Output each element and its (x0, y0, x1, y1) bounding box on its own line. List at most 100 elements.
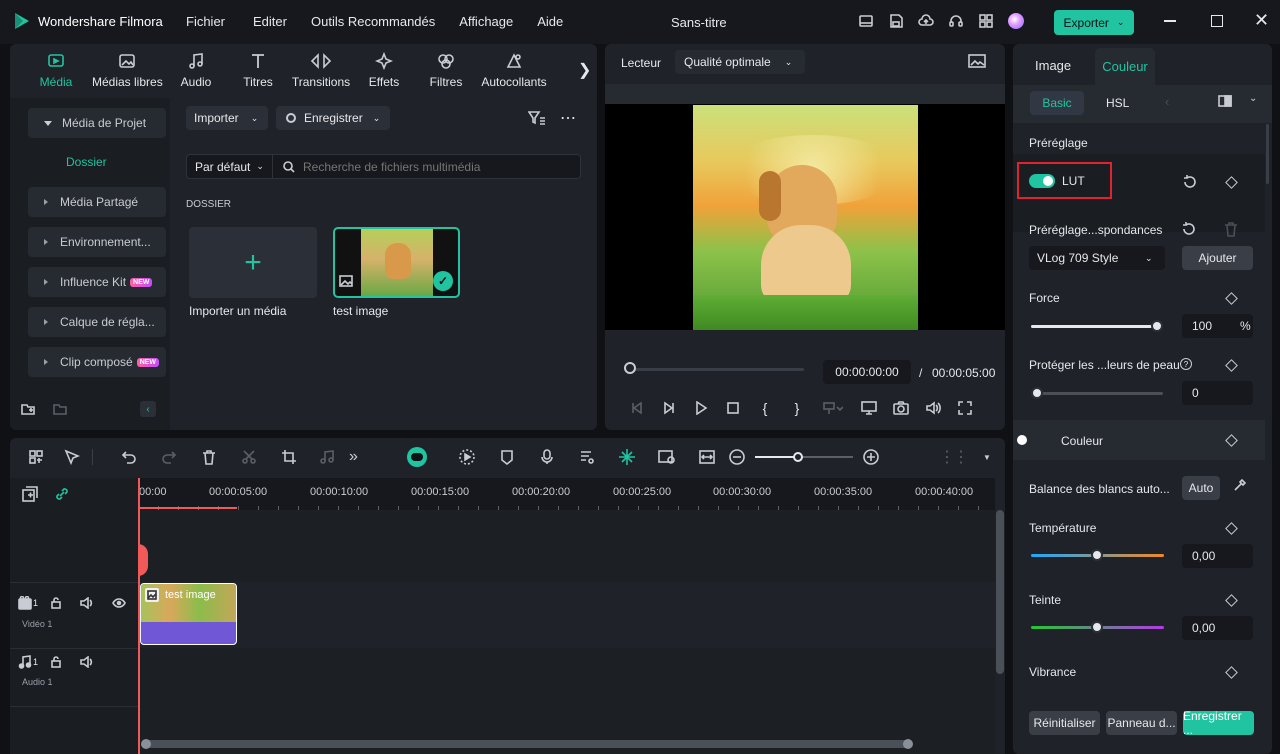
subtab-hsl[interactable]: HSL (1106, 96, 1129, 110)
new-folder-icon[interactable] (20, 401, 36, 417)
timeline-ruler[interactable]: 00:00 00:00:05:00 00:00:10:00 00:00:15:0… (138, 478, 995, 510)
panel-button[interactable]: Panneau d... (1106, 711, 1177, 735)
eyedropper-icon[interactable] (1233, 478, 1247, 492)
playhead-line[interactable] (138, 478, 140, 754)
mark-out-icon[interactable]: } (781, 400, 813, 416)
add-button[interactable]: Ajouter (1182, 246, 1253, 270)
reset-icon[interactable] (1182, 174, 1198, 190)
audio-stretch-icon[interactable] (309, 449, 349, 465)
reset-icon[interactable] (1181, 221, 1197, 237)
sidebar-item-compound[interactable]: Clip composé NEW (28, 347, 166, 377)
search-input[interactable] (303, 159, 573, 174)
keyframe-diamond-icon[interactable] (1225, 522, 1238, 535)
reset-button[interactable]: Réinitialiser (1029, 711, 1100, 735)
layout-grid-icon[interactable] (20, 449, 52, 465)
fit-timeline-icon[interactable] (687, 450, 727, 464)
microphone-icon[interactable] (527, 449, 567, 465)
redo-icon[interactable] (149, 449, 189, 465)
scrubber-handle[interactable] (624, 362, 636, 374)
tint-slider[interactable] (1031, 621, 1164, 633)
horizontal-scrollbar[interactable] (141, 739, 913, 749)
snap-icon[interactable] (607, 448, 647, 466)
menu-aide[interactable]: Aide (537, 14, 563, 29)
sidebar-item-shared[interactable]: Média Partagé (28, 187, 166, 217)
folder-import-icon[interactable] (52, 401, 68, 417)
speaker-icon[interactable] (80, 656, 94, 668)
protect-slider-knob[interactable] (1031, 387, 1043, 399)
tab-media[interactable]: Média (38, 52, 74, 89)
zoom-slider-knob[interactable] (793, 452, 803, 462)
insert-icon[interactable] (813, 401, 853, 415)
lock-icon[interactable] (50, 597, 62, 609)
force-slider[interactable] (1031, 320, 1163, 332)
headset-icon[interactable] (948, 13, 964, 29)
sidebar-item-influence[interactable]: Influence Kit NEW (28, 267, 166, 297)
crop-icon[interactable] (269, 449, 309, 465)
filter-icon[interactable] (528, 110, 546, 126)
vertical-scrollbar[interactable] (996, 510, 1004, 674)
scrollbar-end-handle[interactable] (903, 739, 913, 749)
tab-color[interactable]: Couleur (1095, 48, 1155, 85)
keyframe-diamond-icon[interactable] (1225, 594, 1238, 607)
menu-affichage[interactable]: Affichage (459, 14, 513, 29)
preset-dropdown[interactable]: VLog 709 Style ⌄ (1029, 246, 1165, 270)
lock-icon[interactable] (50, 656, 62, 668)
tint-value-field[interactable]: 0,00 (1182, 616, 1253, 640)
import-media-tile[interactable]: + (189, 227, 317, 298)
scrollbar-start-handle[interactable] (141, 739, 151, 749)
undo-icon[interactable] (109, 449, 149, 465)
tab-effects[interactable]: Effets (364, 51, 404, 89)
drag-handle-icon[interactable]: ⋮⋮ (939, 447, 969, 467)
save-icon[interactable] (888, 13, 904, 29)
add-track-icon[interactable] (22, 486, 38, 502)
ai-assistant-icon[interactable] (407, 447, 427, 467)
playback-scrubber[interactable] (624, 368, 804, 371)
marker-icon[interactable] (487, 449, 527, 465)
current-time-field[interactable]: 00:00:00:00 (823, 360, 911, 384)
volume-icon[interactable] (917, 401, 949, 415)
tabs-next-arrow-icon[interactable]: ❯ (578, 60, 591, 80)
sidebar-project-media[interactable]: Média de Projet (28, 108, 166, 138)
export-button[interactable]: Exporter ⌄ (1054, 10, 1134, 35)
temperature-slider-knob[interactable] (1091, 549, 1103, 561)
select-cursor-icon[interactable] (52, 449, 92, 465)
quality-dropdown[interactable]: Qualité optimale ⌄ (675, 50, 805, 74)
tab-filters[interactable]: Filtres (426, 52, 466, 89)
playhead-handle[interactable] (138, 544, 148, 576)
force-value-field[interactable]: 100% (1182, 314, 1253, 338)
temperature-value-field[interactable]: 0,00 (1182, 544, 1253, 568)
next-frame-icon[interactable] (653, 401, 685, 415)
tab-stock-media[interactable]: Médias libres (92, 52, 163, 89)
protect-value-field[interactable]: 0 (1182, 381, 1253, 405)
keyframe-diamond-icon[interactable] (1225, 292, 1238, 305)
tab-titles[interactable]: Titres (238, 52, 278, 89)
help-icon[interactable]: ? (1180, 358, 1192, 370)
media-item-thumbnail[interactable]: ✓ (333, 227, 460, 298)
previous-frame-icon[interactable] (621, 401, 653, 415)
protect-slider[interactable] (1031, 387, 1163, 399)
chevron-down-icon[interactable]: ⌄ (1249, 93, 1257, 104)
record-button[interactable]: Enregistrer ⌄ (276, 106, 390, 130)
lut-toggle[interactable] (1029, 173, 1055, 188)
fullscreen-icon[interactable] (949, 401, 981, 415)
import-button[interactable]: Importer ⌄ (186, 106, 268, 130)
menu-editer[interactable]: Editer (253, 14, 287, 29)
subtab-prev-icon[interactable]: ‹ (1165, 94, 1169, 109)
auto-wb-button[interactable]: Auto (1182, 476, 1220, 500)
caret-down-icon[interactable]: ▼ (983, 453, 991, 462)
close-icon[interactable]: ✕ (1254, 10, 1269, 31)
compare-view-icon[interactable] (1218, 95, 1232, 107)
more-tools-icon[interactable]: » (349, 448, 407, 466)
avatar[interactable] (1008, 13, 1024, 29)
subtab-basic[interactable]: Basic (1030, 91, 1084, 115)
properties-scrollbar[interactable] (1266, 124, 1269, 184)
display-settings-icon[interactable] (853, 401, 885, 415)
tab-audio[interactable]: Audio (176, 52, 216, 89)
play-icon[interactable] (685, 401, 717, 415)
mark-in-icon[interactable]: { (749, 400, 781, 416)
menu-fichier[interactable]: Fichier (186, 14, 225, 29)
keyframe-diamond-icon[interactable] (1225, 666, 1238, 679)
stop-icon[interactable] (717, 401, 749, 415)
timeline-clip[interactable]: test image (140, 583, 237, 645)
sidebar-item-adjustment[interactable]: Calque de régla... (28, 307, 166, 337)
